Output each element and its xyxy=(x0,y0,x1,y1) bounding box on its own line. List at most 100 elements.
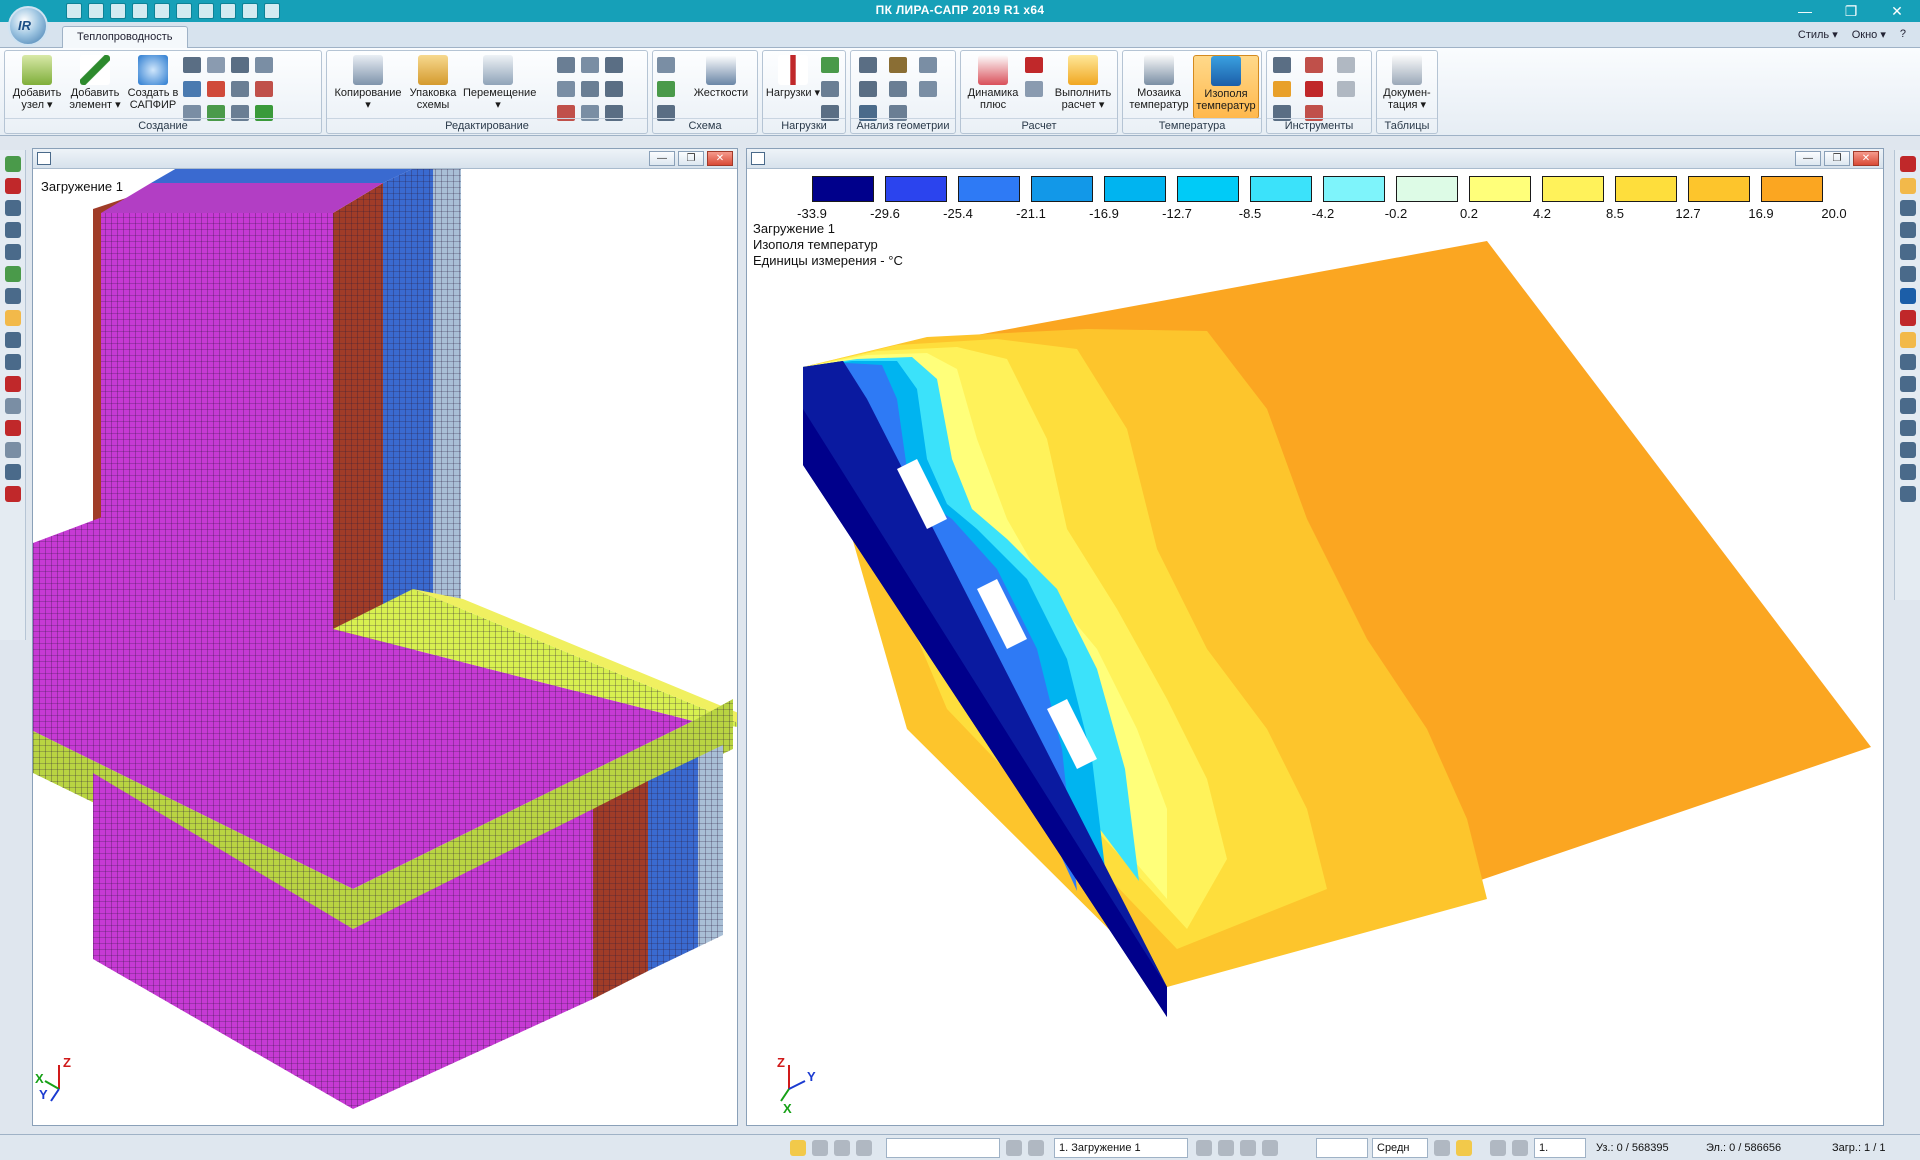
add-element-button[interactable]: Добавить элемент ▾ xyxy=(67,55,123,111)
view-iso-icon[interactable] xyxy=(1899,266,1916,282)
rotate-icon[interactable] xyxy=(557,57,575,73)
dropdown-icon[interactable] xyxy=(919,57,937,73)
wrench-icon[interactable] xyxy=(4,442,21,458)
cross-icon[interactable] xyxy=(859,81,877,97)
window-menu[interactable]: Окно ▾ xyxy=(1852,28,1886,41)
normal-icon[interactable] xyxy=(859,57,877,73)
minimize-button[interactable]: — xyxy=(1782,0,1828,22)
help-button[interactable]: ? xyxy=(1900,28,1906,41)
documentation-button[interactable]: Докумен- тация ▾ xyxy=(1379,55,1435,111)
status-empty-select-2[interactable] xyxy=(1316,1138,1368,1158)
scale-icon[interactable] xyxy=(581,81,599,97)
run-calc-button[interactable]: Выполнить расчет ▾ xyxy=(1051,55,1115,111)
status-undo-icon[interactable] xyxy=(812,1140,828,1156)
status-history-icon[interactable] xyxy=(856,1140,872,1156)
axis-z-icon[interactable] xyxy=(1899,310,1916,326)
grid-dots-icon[interactable] xyxy=(231,81,249,97)
isofields-window-restore[interactable]: ❐ xyxy=(1824,151,1850,166)
grid-icon[interactable] xyxy=(183,57,201,73)
dynamics-plus-button[interactable]: Динамика плюс xyxy=(965,55,1021,111)
info-icon[interactable] xyxy=(1273,81,1291,97)
table-tool-icon[interactable] xyxy=(4,398,21,414)
cube-icon[interactable] xyxy=(1899,332,1916,348)
ep-tool-icon[interactable] xyxy=(4,310,21,326)
bar-icon[interactable] xyxy=(657,57,675,73)
parallel-tool-icon[interactable] xyxy=(4,222,21,238)
angle-icon[interactable] xyxy=(4,464,21,480)
status-load-icon-2[interactable] xyxy=(1028,1140,1044,1156)
rotate-view-icon[interactable] xyxy=(1899,288,1916,304)
zoom-box-icon[interactable] xyxy=(605,57,623,73)
move-button[interactable]: Перемещение ▾ xyxy=(463,55,536,111)
eraser-icon[interactable] xyxy=(4,486,21,502)
isofields-window-close[interactable]: ✕ xyxy=(1853,151,1879,166)
status-load-icon[interactable] xyxy=(1006,1140,1022,1156)
node-move-icon[interactable] xyxy=(207,81,225,97)
surface-icon[interactable] xyxy=(255,57,273,73)
status-check-icon[interactable] xyxy=(1434,1140,1450,1156)
load-table-icon[interactable] xyxy=(821,81,839,97)
status-highlight-icon[interactable] xyxy=(1456,1140,1472,1156)
section-icon[interactable] xyxy=(1305,57,1323,73)
close-button[interactable]: ✕ xyxy=(1874,0,1920,22)
rotate-tool-icon[interactable] xyxy=(4,332,21,348)
status-pen-icon[interactable] xyxy=(1490,1140,1506,1156)
status-tool-icon-1[interactable] xyxy=(1196,1140,1212,1156)
view-xy-icon[interactable] xyxy=(1899,222,1916,238)
status-redo-icon[interactable] xyxy=(834,1140,850,1156)
vertex-icon[interactable] xyxy=(889,81,907,97)
gear-icon[interactable] xyxy=(1337,81,1355,97)
calc-params-icon[interactable] xyxy=(1025,57,1043,73)
view-yz-icon[interactable] xyxy=(1899,244,1916,260)
status-refresh-icon[interactable] xyxy=(790,1140,806,1156)
copy-button[interactable]: Копирование ▾ xyxy=(333,55,403,111)
flag-icon[interactable] xyxy=(4,376,21,392)
stiffness-button[interactable]: Жесткости xyxy=(687,55,755,99)
mesh-view[interactable]: Z X Y xyxy=(33,169,737,1125)
cube-side-icon[interactable] xyxy=(1899,398,1916,414)
circle-tool-icon[interactable] xyxy=(4,244,21,260)
cut-icon[interactable] xyxy=(581,57,599,73)
volume-icon[interactable] xyxy=(919,81,937,97)
snap-icon[interactable] xyxy=(605,81,623,97)
load-edit-icon[interactable] xyxy=(821,57,839,73)
ruler-icon[interactable] xyxy=(1273,57,1291,73)
cube-bottom-icon[interactable] xyxy=(1899,464,1916,480)
mesh-window-close[interactable]: ✕ xyxy=(707,151,733,166)
temp-mosaic-button[interactable]: Мозаика температур xyxy=(1127,55,1191,111)
isofields-window-minimize[interactable]: — xyxy=(1795,151,1821,166)
mirror-icon[interactable] xyxy=(557,81,575,97)
add-node-button[interactable]: Добавить узел ▾ xyxy=(9,55,65,111)
maximize-button[interactable]: ❐ xyxy=(1828,0,1874,22)
create-sapfir-button[interactable]: Создать в САПФИР xyxy=(125,55,181,111)
status-tool-icon-3[interactable] xyxy=(1240,1140,1256,1156)
axes-icon[interactable] xyxy=(1899,156,1916,172)
battery-icon[interactable] xyxy=(1305,81,1323,97)
plate-icon[interactable] xyxy=(255,81,273,97)
mesh-window-minimize[interactable]: — xyxy=(649,151,675,166)
loads-button[interactable]: Нагрузки ▾ xyxy=(765,55,821,99)
funnel-icon[interactable] xyxy=(4,354,21,370)
quality-select[interactable]: Средн xyxy=(1372,1138,1428,1158)
select-node-icon[interactable] xyxy=(4,156,21,172)
mesh-window-restore[interactable]: ❐ xyxy=(678,151,704,166)
calc-doc-icon[interactable] xyxy=(1025,81,1043,97)
view-xz-icon[interactable] xyxy=(1899,200,1916,216)
cube-iso-icon[interactable] xyxy=(1899,420,1916,436)
tab-heat-conduction[interactable]: Теплопроводность xyxy=(62,26,188,49)
column-icon[interactable] xyxy=(207,57,225,73)
marker-icon[interactable] xyxy=(4,420,21,436)
minus-icon[interactable] xyxy=(4,200,21,216)
filter-icon[interactable] xyxy=(1337,57,1355,73)
pack-scheme-button[interactable]: Упаковка схемы xyxy=(405,55,461,111)
style-menu[interactable]: Стиль ▾ xyxy=(1798,28,1838,41)
status-empty-select[interactable] xyxy=(886,1138,1000,1158)
app-logo[interactable]: IR xyxy=(8,6,48,46)
support-icon[interactable] xyxy=(657,81,675,97)
perspective-icon[interactable] xyxy=(1899,486,1916,502)
axes-active-icon[interactable] xyxy=(1899,178,1916,194)
select-bar-icon[interactable] xyxy=(4,178,21,194)
scale-select[interactable]: 1. xyxy=(1534,1138,1586,1158)
cube-top-icon[interactable] xyxy=(1899,376,1916,392)
plus-tool-icon[interactable] xyxy=(4,288,21,304)
